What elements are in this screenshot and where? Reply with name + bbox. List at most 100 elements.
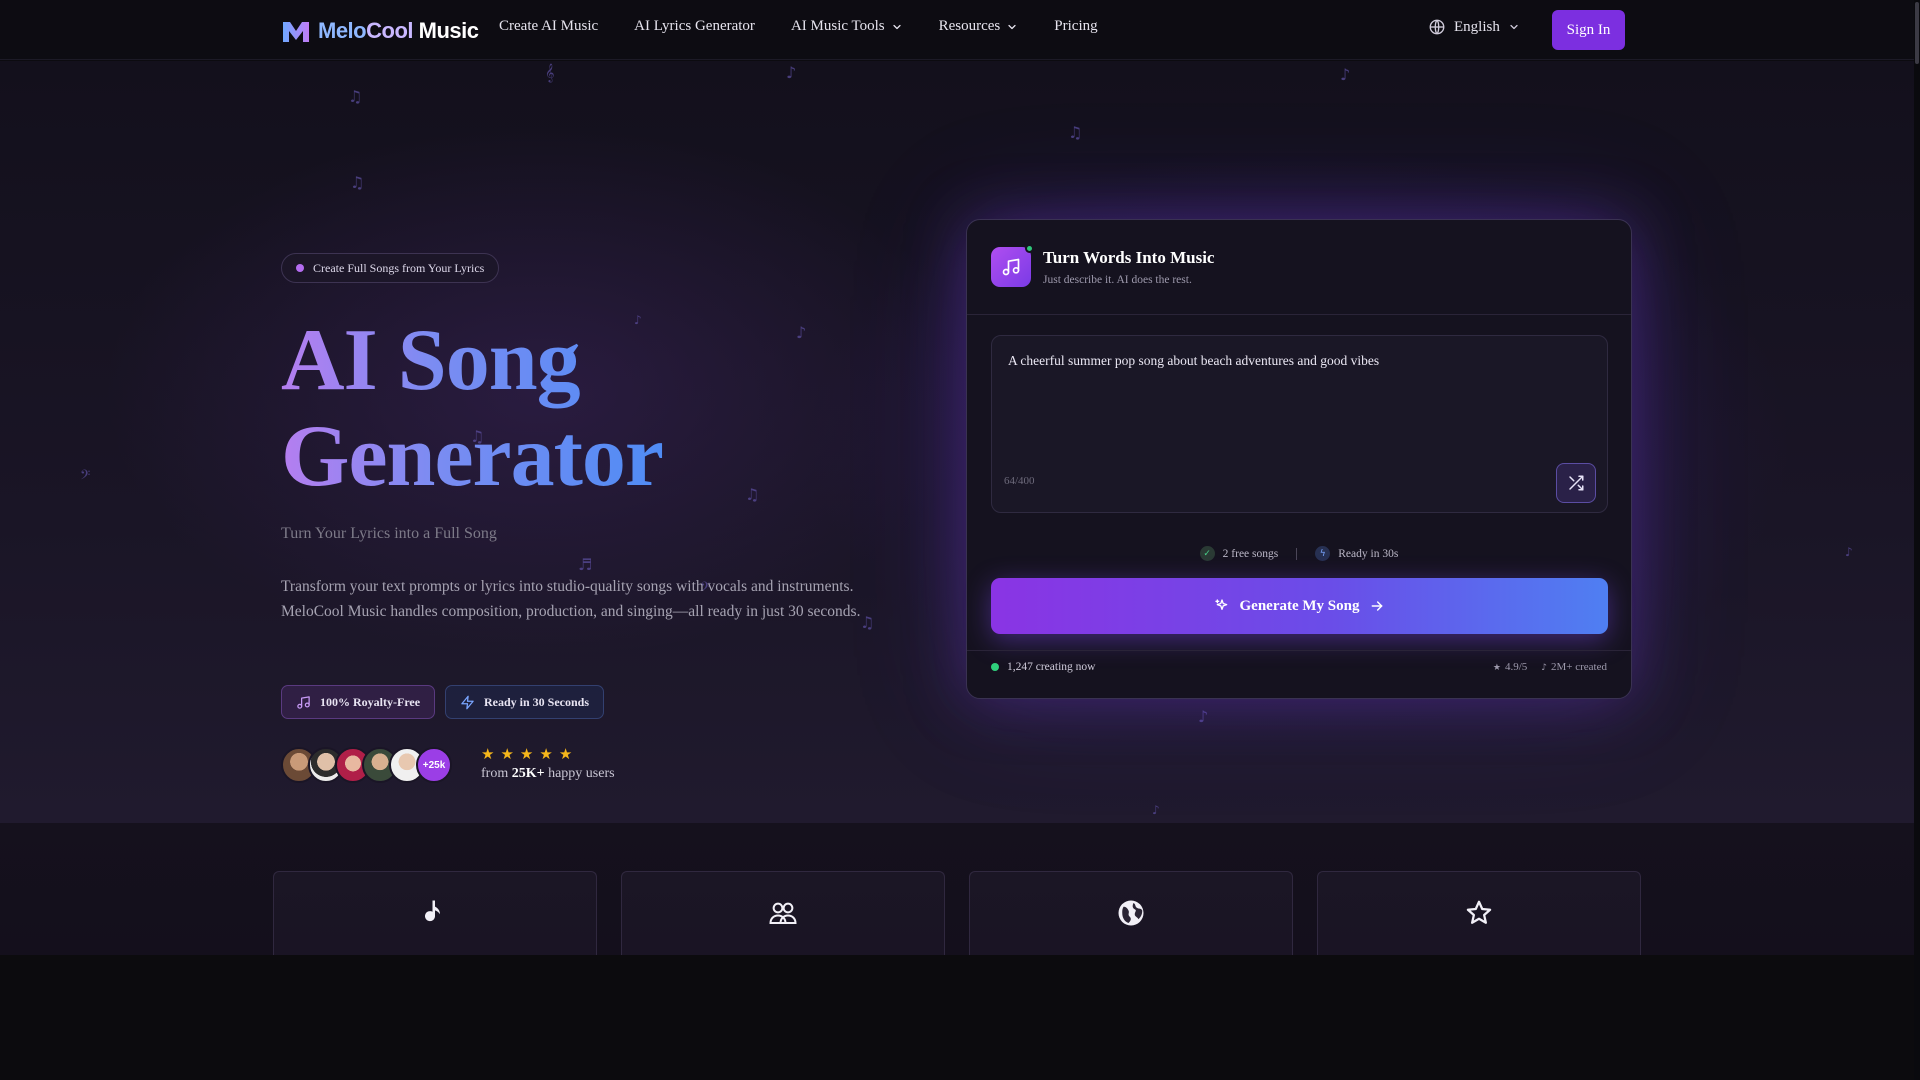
lightning-icon: ϟ: [1315, 546, 1331, 561]
chevron-down-icon: [1510, 24, 1518, 30]
music-note-decoration: 𝄞: [545, 63, 555, 82]
star-icon: ★: [481, 745, 495, 763]
royalty-free-label: 100% Royalty-Free: [320, 694, 421, 709]
music-note-icon: [297, 695, 310, 709]
nav-label: Pricing: [1054, 18, 1098, 34]
music-note-icon: ♪: [1541, 663, 1548, 673]
chevron-down-icon: [1008, 24, 1016, 29]
nav-label: AI Music Tools: [790, 18, 885, 34]
music-note-decoration: ♫: [745, 485, 760, 504]
music-note-icon: [1002, 258, 1020, 276]
star-icon: ★: [519, 745, 534, 763]
page-bottom: [0, 955, 1914, 1080]
feature-card: [969, 871, 1293, 955]
nav-label: AI Lyrics Generator: [634, 18, 755, 34]
online-dot: [1025, 244, 1034, 253]
nav-resources[interactable]: Resources: [939, 18, 1019, 35]
nav-ai-lyrics-generator[interactable]: AI Lyrics Generator: [634, 18, 755, 35]
music-note-decoration: ♬: [578, 555, 593, 574]
ready-time-info: ϟ Ready in 30s: [1315, 546, 1398, 561]
language-selector[interactable]: English: [1428, 18, 1520, 36]
created-stat: ♪ 2M+ created: [1541, 661, 1607, 673]
hero-description: Transform your text prompts or lyrics in…: [281, 578, 861, 620]
hero-subtitle: Turn Your Lyrics into a Full Song: [281, 525, 497, 542]
music-note-decoration: ♪: [786, 63, 797, 82]
hero-badge: Create Full Songs from Your Lyrics: [281, 253, 500, 283]
music-note-decoration: ♪: [1152, 803, 1160, 817]
generator-card: Turn Words Into Music Just describe it. …: [966, 219, 1632, 699]
nav-label: Resources: [938, 18, 1001, 34]
feature-card: [273, 871, 597, 955]
card-stats: ★ 4.9/5 ♪ 2M+ created: [1493, 661, 1607, 673]
arrow-right-icon: [1372, 601, 1383, 611]
music-note-decoration: ♪: [1845, 545, 1853, 559]
generate-label: Generate My Song: [1239, 597, 1360, 614]
card-music-icon: [991, 244, 1034, 287]
avatar-more-count: +25k: [416, 747, 452, 783]
royalty-free-badge: 100% Royalty-Free: [281, 685, 436, 719]
nav-pricing[interactable]: Pricing: [1054, 18, 1097, 35]
music-note-decoration: ♪: [1198, 707, 1209, 726]
brand-name-part: Cool: [366, 18, 414, 43]
shuffle-icon: [1569, 475, 1584, 491]
top-nav-bar: MeloCool Music Create AI Music AI Lyrics…: [0, 0, 1920, 60]
title-line-1: AI Song: [281, 312, 580, 409]
music-note-decoration: ♫: [350, 173, 365, 192]
card-meta: ✓ 2 free songs ϟ Ready in 30s: [967, 546, 1631, 561]
divider: [967, 650, 1631, 651]
divider: [967, 314, 1631, 315]
music-note-icon: [425, 900, 440, 922]
rating-stat: ★ 4.9/5: [1493, 661, 1527, 673]
created-value: 2M+ created: [1551, 661, 1607, 673]
sparkles-icon: [1214, 599, 1227, 610]
brand-logo[interactable]: MeloCool Music: [281, 14, 479, 48]
brand-name: MeloCool Music: [318, 18, 479, 44]
language-label: English: [1454, 18, 1500, 35]
ready-badge: Ready in 30 Seconds: [445, 685, 605, 719]
happy-count: 25K+: [511, 766, 545, 781]
user-avatars: +25k: [281, 747, 452, 783]
hero-section: ♫ 𝄞 ♪ ♫ ♪ ♫ ♪ ♪ ♫ 𝄢 ♫ ♬ 𝄢 ♫ ♪ ♪ ♪ Create…: [0, 61, 1920, 823]
happy-prefix: from: [481, 766, 512, 781]
music-note-decoration: ♫: [1068, 123, 1083, 142]
nav-ai-music-tools[interactable]: AI Music Tools: [791, 18, 903, 35]
badge-label: Create Full Songs from Your Lyrics: [313, 260, 485, 275]
prompt-value[interactable]: A cheerful summer pop song about beach a…: [1008, 353, 1379, 369]
rating-value: 4.9/5: [1504, 661, 1528, 673]
globe-icon: [1118, 900, 1144, 926]
happy-users-text: from 25K+ happy users: [481, 766, 615, 782]
feature-card: [621, 871, 945, 955]
rating-stars: ★ ★ ★ ★ ★: [481, 745, 572, 763]
ready-time-label: Ready in 30s: [1338, 547, 1399, 560]
divider: [1296, 547, 1298, 560]
char-count: 64/400: [1004, 475, 1035, 487]
brand-name-part: Music: [413, 18, 479, 43]
prompt-textarea[interactable]: A cheerful summer pop song about beach a…: [991, 335, 1608, 513]
chevron-down-icon: [893, 24, 901, 29]
card-subtitle: Just describe it. AI does the rest.: [1043, 274, 1192, 286]
live-dot: [991, 663, 999, 671]
users-icon: [769, 902, 797, 924]
shuffle-button[interactable]: [1556, 463, 1596, 503]
sign-in-button[interactable]: Sign In: [1552, 10, 1625, 50]
card-title: Turn Words Into Music: [1043, 248, 1215, 267]
scrollbar[interactable]: [1914, 0, 1920, 1080]
generate-song-button[interactable]: Generate My Song: [991, 578, 1608, 634]
music-note-decoration: 𝄢: [80, 467, 91, 486]
free-songs-info: ✓ 2 free songs: [1199, 546, 1278, 561]
main-nav: Create AI Music AI Lyrics Generator AI M…: [499, 18, 1134, 35]
nav-create-ai-music[interactable]: Create AI Music: [499, 18, 598, 35]
music-note-decoration: ♪: [796, 323, 807, 342]
logo-mark-icon: [283, 22, 309, 42]
scrollbar-thumb[interactable]: [1915, 2, 1919, 64]
check-icon: ✓: [1199, 546, 1215, 561]
lightning-icon: [461, 695, 474, 709]
badge-dot: [296, 264, 304, 272]
creating-now: 1,247 creating now: [991, 661, 1095, 673]
music-note-decoration: ♫: [348, 87, 363, 106]
nav-label: Create AI Music: [499, 18, 599, 34]
title-line-2: Generator: [281, 408, 663, 505]
star-icon: ★: [539, 745, 553, 763]
star-icon: ★: [500, 745, 514, 763]
happy-suffix: happy users: [544, 766, 615, 781]
